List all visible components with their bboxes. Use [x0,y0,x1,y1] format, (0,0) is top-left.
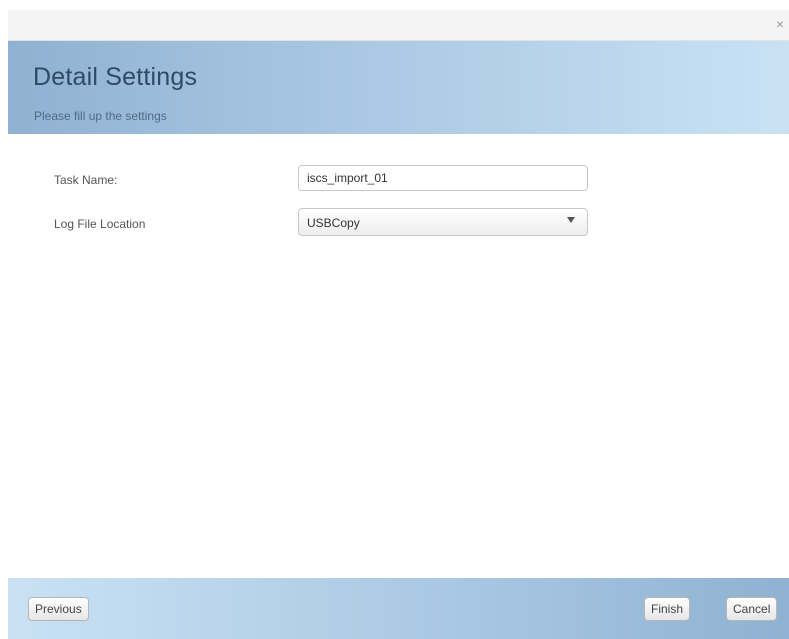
previous-button[interactable]: Previous [28,597,89,621]
dialog-header: Detail Settings Please fill up the setti… [8,41,789,134]
cancel-button[interactable]: Cancel [726,597,778,621]
detail-settings-dialog: × Detail Settings Please fill up the set… [8,10,789,639]
settings-form: Task Name: Log File Location USBCopy [8,134,789,578]
dialog-footer: Previous Finish Cancel [8,578,789,639]
page-subtitle: Please fill up the settings [34,109,167,123]
log-file-location-label: Log File Location [54,217,146,231]
page-title: Detail Settings [33,63,198,91]
finish-button[interactable]: Finish [644,597,691,621]
log-file-location-value: USBCopy [307,216,360,230]
close-icon[interactable]: × [773,16,787,32]
task-name-label: Task Name: [54,173,118,187]
log-file-location-select[interactable]: USBCopy [298,208,588,236]
chevron-down-icon [567,217,575,223]
dialog-titlebar: × [8,10,789,41]
task-name-input[interactable] [298,165,588,191]
